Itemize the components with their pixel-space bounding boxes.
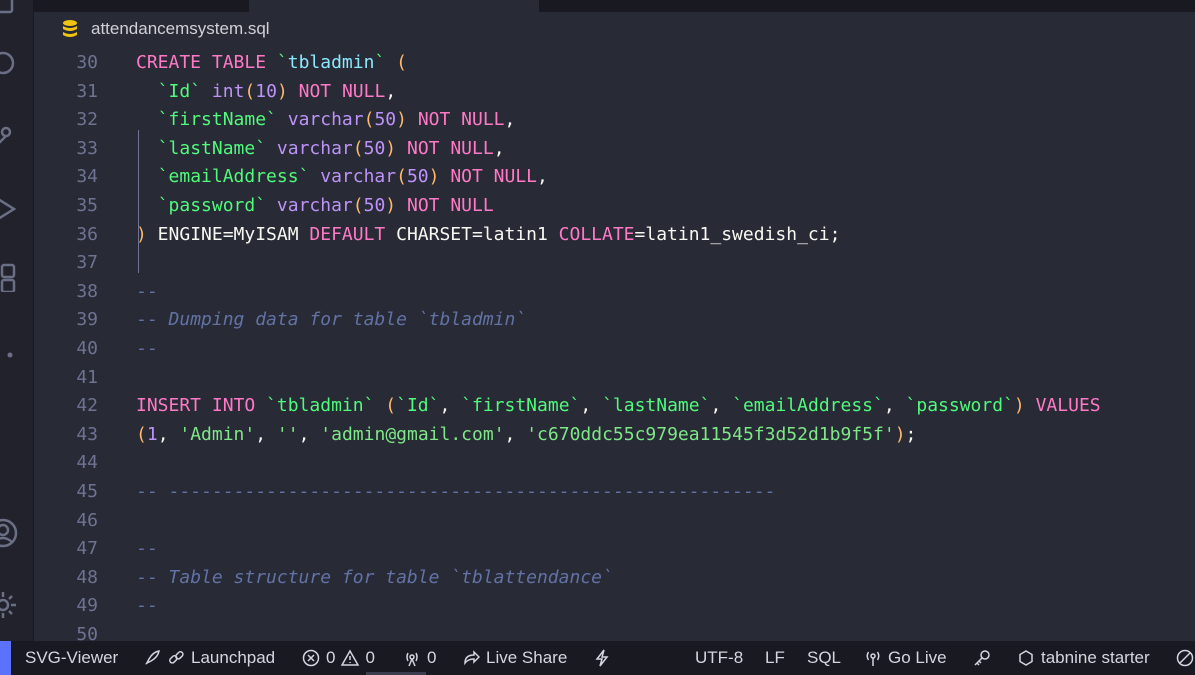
- code-text: --: [136, 338, 158, 359]
- line-number: 31: [76, 80, 98, 102]
- line-number: 49: [76, 595, 98, 617]
- extensions-icon[interactable]: [0, 262, 18, 292]
- line-number: 44: [76, 452, 98, 474]
- line-number: 50: [76, 624, 98, 641]
- lightning-item[interactable]: [593, 641, 611, 675]
- breadcrumb[interactable]: attendancemsystem.sql: [34, 12, 1195, 46]
- radio-tower-icon: [864, 649, 882, 667]
- code-text: `firstName` varchar(50) NOT NULL,: [157, 109, 516, 131]
- line-number: 39: [76, 309, 98, 331]
- live-share-icon: [462, 649, 480, 667]
- code-text: --: [136, 538, 158, 560]
- explorer-icon[interactable]: [0, 0, 18, 16]
- line-number: 34: [76, 166, 98, 188]
- warning-count: 0: [365, 648, 375, 667]
- language-label: SQL: [807, 648, 842, 667]
- line-number: 46: [76, 509, 98, 531]
- line-number: 40: [76, 338, 98, 359]
- activity-bar: [0, 0, 34, 641]
- line-number: 37: [76, 252, 98, 274]
- line-number: 38: [76, 280, 98, 302]
- notifications-item[interactable]: [1176, 641, 1194, 675]
- live-share-label: Live Share: [486, 648, 568, 667]
- breadcrumb-file-name[interactable]: attendancemsystem.sql: [91, 19, 270, 39]
- tabnine-item[interactable]: tabnine starter: [1017, 641, 1150, 675]
- launchpad-label: Launchpad: [191, 648, 276, 667]
- status-bar: SVG-Viewer Launchpad 0 0 0 Live Share UT…: [0, 641, 1195, 675]
- tab-strip: [34, 0, 1195, 12]
- active-tab[interactable]: [248, 0, 540, 12]
- encoding-label: UTF-8: [695, 648, 744, 667]
- error-icon: [302, 649, 320, 667]
- code-text: `emailAddress` varchar(50) NOT NULL,: [157, 166, 548, 188]
- code-editor[interactable]: 30 CREATE TABLE `tbladmin` ( 31 `Id` int(1…: [34, 49, 1195, 641]
- code-text: `Id` int(10) NOT NULL,: [157, 80, 397, 102]
- key-item[interactable]: [973, 641, 991, 675]
- warning-icon: [341, 649, 360, 667]
- line-number: 35: [76, 195, 98, 216]
- problems-item[interactable]: 0 0: [302, 641, 375, 675]
- line-number: 33: [76, 137, 98, 159]
- line-number: 32: [76, 109, 98, 131]
- ports-count: 0: [427, 648, 437, 667]
- ports-item[interactable]: 0: [403, 641, 436, 675]
- link-icon: [167, 649, 185, 667]
- code-text: INSERT INTO `tbladmin` (`Id`, `firstName…: [136, 395, 1101, 417]
- eol-item[interactable]: LF: [765, 641, 785, 675]
- line-number: 30: [76, 52, 98, 73]
- run-debug-icon[interactable]: [0, 194, 18, 224]
- line-number: 41: [76, 366, 98, 388]
- gear-icon[interactable]: [0, 590, 18, 620]
- code-text: -- -------------------------------------…: [136, 481, 776, 502]
- code-text: -- Table structure for table `tblattenda…: [136, 566, 613, 588]
- error-count: 0: [326, 648, 336, 667]
- tabnine-icon: [1017, 649, 1035, 667]
- launchpad-item[interactable]: Launchpad: [143, 641, 275, 675]
- tabnine-label: tabnine starter: [1041, 648, 1150, 667]
- account-icon[interactable]: [0, 518, 18, 548]
- go-live-label: Go Live: [888, 648, 947, 667]
- more-icon[interactable]: [0, 340, 18, 370]
- eol-label: LF: [765, 648, 785, 667]
- code-text: --: [136, 595, 158, 617]
- line-number: 36: [76, 223, 98, 245]
- code-text: -- Dumping data for table `tbladmin`: [136, 309, 527, 331]
- code-text: `lastName` varchar(50) NOT NULL,: [157, 137, 505, 159]
- remote-indicator[interactable]: [0, 641, 11, 675]
- code-text: CREATE TABLE `tbladmin` (: [136, 52, 407, 73]
- line-number: 43: [76, 423, 98, 445]
- no-entry-icon: [1176, 649, 1194, 667]
- line-number: 48: [76, 566, 98, 588]
- code-text: (1, 'Admin', '', 'admin@gmail.com', 'c67…: [136, 423, 917, 445]
- search-icon[interactable]: [0, 48, 18, 78]
- source-control-icon[interactable]: [0, 120, 18, 150]
- line-number: 45: [76, 481, 98, 502]
- broadcast-icon: [403, 649, 421, 667]
- svg-viewer-item[interactable]: SVG-Viewer: [25, 641, 118, 675]
- go-live-item[interactable]: Go Live: [864, 641, 947, 675]
- rocket-icon: [143, 649, 161, 667]
- database-icon: [62, 19, 78, 39]
- line-number: 47: [76, 538, 98, 560]
- code-text: ) ENGINE=MyISAM DEFAULT CHARSET=latin1 C…: [136, 223, 841, 245]
- key-icon: [973, 649, 991, 667]
- line-number: 42: [76, 395, 98, 417]
- lightning-icon: [593, 649, 611, 667]
- code-text: --: [136, 280, 158, 302]
- live-share-item[interactable]: Live Share: [462, 641, 567, 675]
- svg-viewer-label: SVG-Viewer: [25, 648, 119, 667]
- code-text: `password` varchar(50) NOT NULL: [157, 195, 494, 216]
- encoding-item[interactable]: UTF-8: [695, 641, 743, 675]
- language-mode-item[interactable]: SQL: [807, 641, 841, 675]
